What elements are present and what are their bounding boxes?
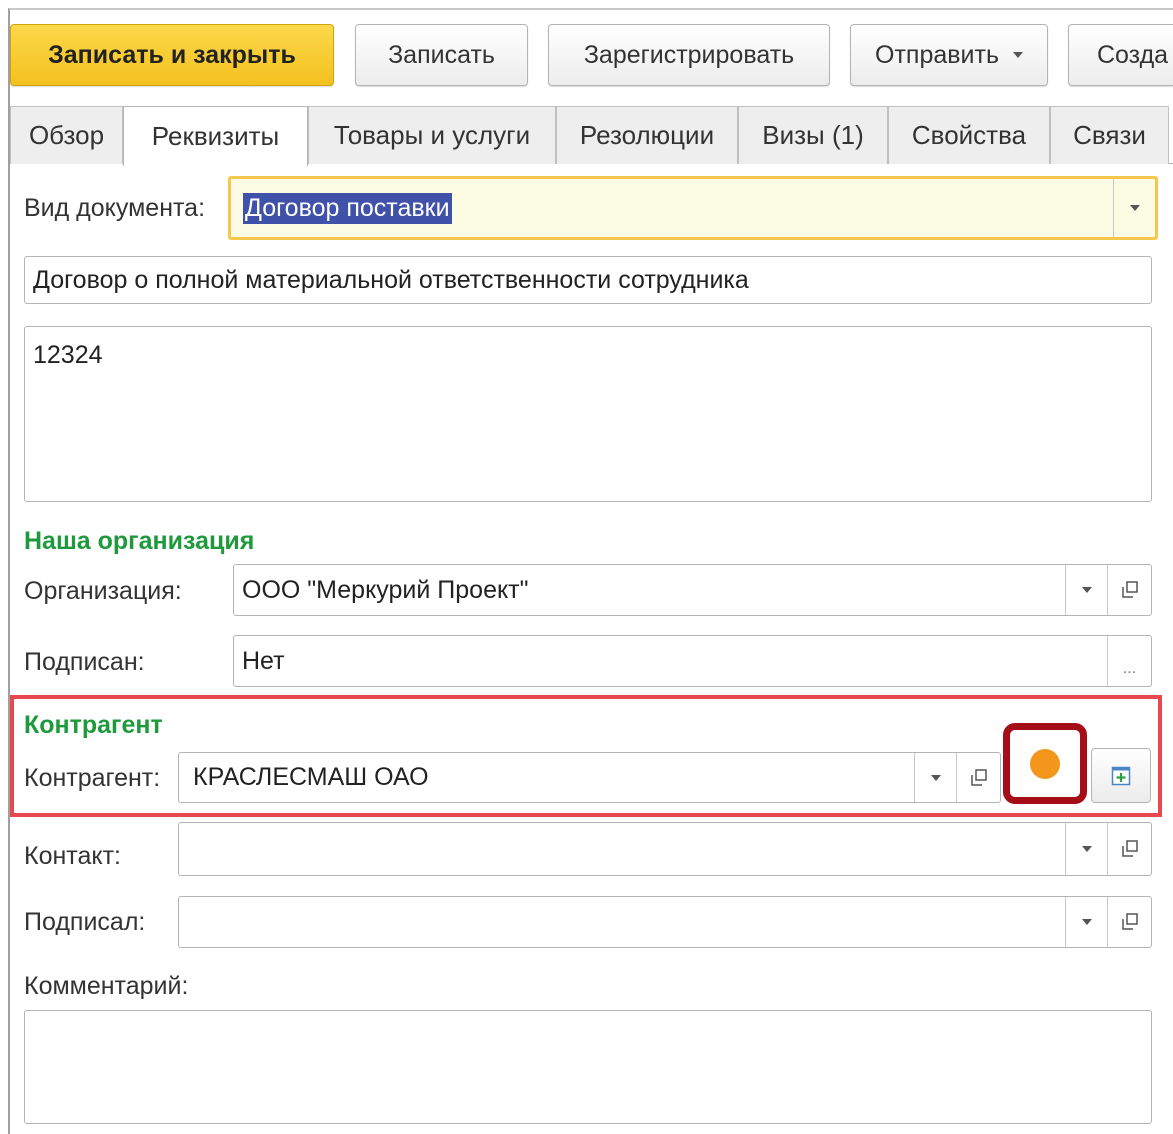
counterparty-section-title: Контрагент [24,711,163,739]
save-and-close-label: Записать и закрыть [48,40,296,69]
our-org-section-title: Наша организация [24,527,255,555]
add-window-icon [1111,766,1131,785]
org-value: ООО "Меркурий Проект" [242,575,529,604]
content-value: 12324 [33,341,103,369]
counterparty-field[interactable]: КРАСЛЕСМАШ ОАО [178,752,1001,803]
contact-dropdown[interactable] [1065,823,1107,875]
doc-type-dropdown[interactable] [1113,179,1155,237]
content-textarea[interactable]: 12324 [24,326,1152,502]
signer-dropdown[interactable] [1065,897,1107,947]
chevron-down-icon [1012,52,1023,58]
doc-type-value: Договор поставки [243,192,452,224]
contact-label: Контакт: [24,842,121,870]
chevron-down-icon [1081,919,1092,925]
signer-label: Подписал: [24,908,146,936]
status-indicator-icon [1030,748,1060,779]
send-label: Отправить [875,40,999,69]
tab-label: Связи [1073,120,1146,150]
tab-links[interactable]: Связи [1050,106,1169,164]
chevron-down-icon [1081,587,1092,593]
open-window-icon [1121,913,1138,930]
tab-bar: Обзор Реквизиты Товары и услуги Резолюци… [10,106,1173,166]
open-window-icon [1121,840,1138,857]
doc-type-label: Вид документа: [24,194,206,222]
signed-value: Нет [242,646,285,675]
tab-label: Реквизиты [151,121,280,151]
save-button[interactable]: Записать [355,24,528,86]
counterparty-value: КРАСЛЕСМАШ ОАО [193,763,429,791]
save-and-close-button[interactable]: Записать и закрыть [10,24,334,86]
tab-label: Визы (1) [762,120,864,150]
create-label: Созда [1097,40,1169,69]
send-button[interactable]: Отправить [850,24,1048,86]
tab-resolutions[interactable]: Резолюции [556,106,738,164]
tab-overview[interactable]: Обзор [10,106,123,164]
contact-open-button[interactable] [1107,823,1151,875]
tab-label: Свойства [911,120,1027,150]
contact-field[interactable] [178,822,1152,876]
chevron-down-icon [930,774,941,781]
counterparty-open-button[interactable] [956,753,1000,802]
counterparty-status-highlight[interactable] [1003,723,1087,804]
open-window-icon [970,768,987,786]
tab-label: Товары и услуги [333,120,531,150]
title-field[interactable]: Договор о полной материальной ответствен… [24,256,1152,304]
org-label: Организация: [24,577,182,605]
open-window-icon [1121,581,1138,598]
title-value: Договор о полной материальной ответствен… [33,265,749,294]
select-ellipsis-button[interactable]: ... [1107,636,1151,686]
tab-goods-services[interactable]: Товары и услуги [308,106,556,164]
chevron-down-icon [1129,205,1140,211]
signer-field[interactable] [178,896,1152,948]
signer-open-button[interactable] [1107,897,1151,947]
signed-label: Подписан: [24,648,145,676]
org-dropdown[interactable] [1065,565,1107,615]
register-button[interactable]: Зарегистрировать [548,24,830,86]
create-button[interactable]: Созда [1068,24,1173,86]
tab-label: Обзор [28,120,105,150]
org-field[interactable]: ООО "Меркурий Проект" [233,564,1152,616]
org-open-button[interactable] [1107,565,1151,615]
counterparty-dropdown[interactable] [914,753,956,802]
add-counterparty-button[interactable] [1091,748,1151,803]
chevron-down-icon [1081,846,1092,852]
register-label: Зарегистрировать [583,40,795,69]
doc-type-field[interactable]: Договор поставки [228,176,1158,240]
tab-visas[interactable]: Визы (1) [738,106,888,164]
signed-field[interactable]: Нет ... [233,635,1152,687]
save-label: Записать [388,40,495,69]
comment-textarea[interactable] [24,1010,1152,1124]
tab-properties[interactable]: Свойства [888,106,1050,164]
tab-requisites[interactable]: Реквизиты [123,106,308,166]
counterparty-label: Контрагент: [24,764,161,792]
tab-label: Резолюции [579,120,715,150]
comment-label: Комментарий: [24,972,189,1000]
